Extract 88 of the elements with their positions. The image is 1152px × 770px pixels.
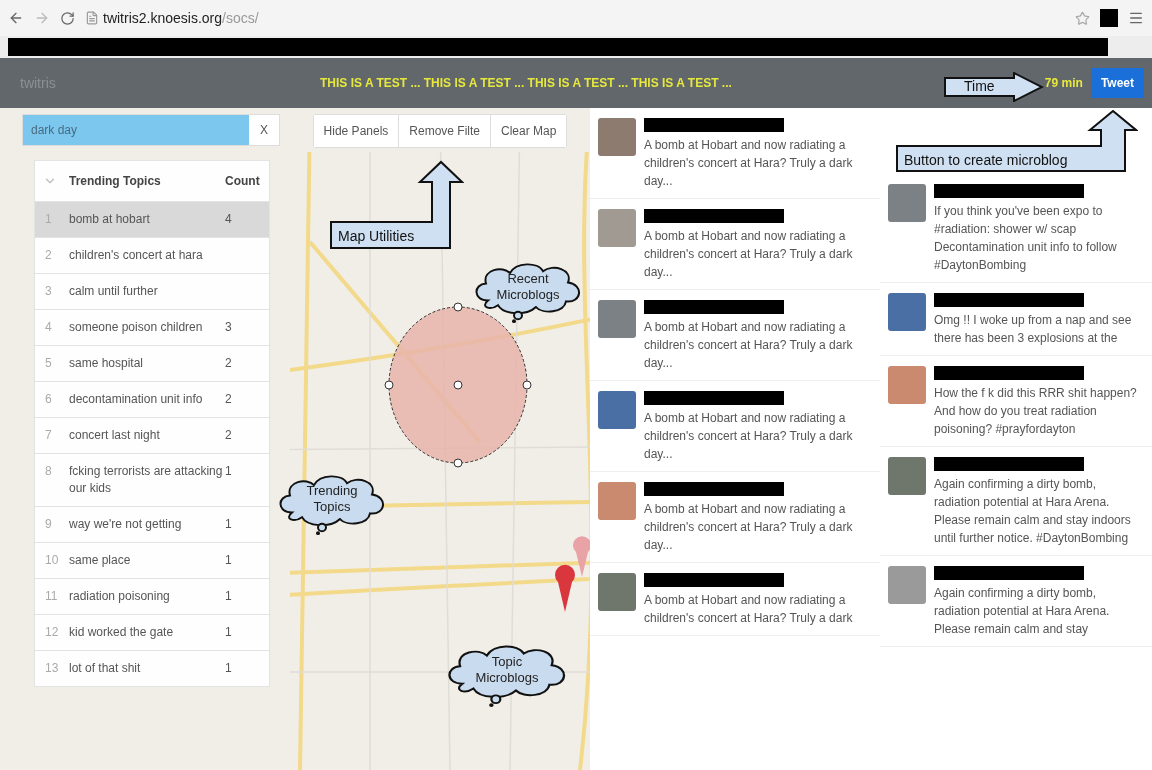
microblog-text: A bomb at Hobart and now radiating a children's concert at Hara? Truly a dark day... bbox=[644, 228, 854, 281]
topic-count: 2 bbox=[225, 355, 233, 372]
topic-row[interactable]: 4 someone poison children 3 bbox=[35, 309, 269, 345]
redacted-extension-icon bbox=[1100, 9, 1118, 27]
topic-text: bomb at hobart bbox=[69, 211, 151, 228]
avatar-placeholder bbox=[888, 293, 926, 331]
topic-row[interactable]: 6 decontamination unit info 2 bbox=[35, 381, 269, 417]
topic-count: 1 bbox=[225, 624, 233, 641]
topic-text: same place bbox=[69, 552, 132, 569]
row-number: 11 bbox=[44, 588, 59, 605]
search-field[interactable]: dark day X bbox=[22, 114, 280, 146]
topic-text: way we're not getting bbox=[69, 516, 183, 533]
microblog-text: A bomb at Hobart and now radiating a children's concert at Hara? Truly a dark day... bbox=[644, 319, 854, 372]
map-button[interactable]: Clear Map bbox=[490, 115, 567, 147]
row-number: 4 bbox=[44, 319, 53, 336]
row-number: 13 bbox=[44, 660, 60, 677]
topic-text: kid worked the gate bbox=[69, 624, 175, 641]
avatar-placeholder bbox=[598, 482, 636, 520]
topic-count: 1 bbox=[225, 463, 233, 480]
topic-row[interactable]: 3 calm until further bbox=[35, 273, 269, 309]
topic-row[interactable]: 13 lot of that shit 1 bbox=[35, 650, 269, 686]
microblog-text: A bomb at Hobart and now radiating a children's concert at Hara? Truly a dark day... bbox=[644, 410, 854, 463]
row-number: 10 bbox=[44, 552, 60, 569]
row-number: 12 bbox=[44, 624, 60, 641]
topic-text: decontamination unit info bbox=[69, 391, 204, 408]
topic-count: 2 bbox=[225, 427, 233, 444]
elapsed-time: 79 min bbox=[1044, 76, 1083, 90]
arrow-callout-tooltip: Time bbox=[944, 72, 1044, 102]
microblog-text: If you think you've been expo to #radiation: shower w/ scap Decontamination unit info to follow #DaytonBombing bbox=[934, 203, 1118, 274]
row-number: 6 bbox=[44, 391, 53, 408]
column-header: Trending Topics bbox=[69, 174, 162, 188]
microblog-text: Again confirming a dirty bomb, radiation potential at Hara Arena. Please remain calm and stay indoors until further notice. #DaytonBombing bbox=[934, 476, 1132, 547]
avatar-placeholder bbox=[598, 300, 636, 338]
topic-row[interactable]: 11 radiation poisoning 1 bbox=[35, 578, 269, 614]
topic-text: radiation poisoning bbox=[69, 588, 171, 605]
topic-row[interactable]: 10 same place 1 bbox=[35, 542, 269, 578]
tweet-button[interactable]: Tweet bbox=[1090, 68, 1144, 98]
topic-row[interactable]: 8 fcking terrorists are attacking our kids 1 bbox=[35, 453, 269, 506]
microblog-text: A bomb at Hobart and now radiating a children's concert at Hara? Truly a dark day... bbox=[644, 501, 854, 554]
topic-row[interactable]: 2 children's concert at hara bbox=[35, 237, 269, 273]
row-number: 3 bbox=[44, 283, 53, 300]
microblog-text: Again confirming a dirty bomb, radiation potential at Hara Arena. Please remain calm and stay bbox=[934, 585, 1111, 638]
avatar-placeholder bbox=[888, 184, 926, 222]
topic-count: 4 bbox=[225, 211, 233, 228]
topic-text: fcking terrorists are attacking our kids bbox=[69, 463, 224, 497]
topic-text: someone poison children bbox=[69, 319, 204, 336]
row-number: 5 bbox=[44, 355, 53, 372]
microblog-text: A bomb at Hobart and now radiating a children's concert at Hara? Truly a dark day... bbox=[644, 137, 854, 190]
page-icon bbox=[85, 11, 99, 25]
topic-count: 1 bbox=[225, 660, 233, 677]
avatar-placeholder bbox=[598, 391, 636, 429]
topic-text: lot of that shit bbox=[69, 660, 142, 677]
topic-text: calm until further bbox=[69, 283, 159, 300]
topic-row[interactable]: 9 way we're not getting 1 bbox=[35, 506, 269, 542]
topic-count: 2 bbox=[225, 391, 233, 408]
topic-count: 1 bbox=[225, 588, 233, 605]
topic-count: 1 bbox=[225, 552, 233, 569]
menu-icon[interactable] bbox=[1128, 10, 1144, 26]
topic-row[interactable]: 5 same hospital 2 bbox=[35, 345, 269, 381]
row-number: 2 bbox=[44, 247, 53, 264]
row-number: 7 bbox=[44, 427, 53, 444]
row-number: 9 bbox=[44, 516, 53, 533]
column-header: Count bbox=[225, 174, 261, 188]
topic-text: children's concert at hara bbox=[69, 247, 204, 264]
topic-count: 3 bbox=[225, 319, 233, 336]
avatar-placeholder bbox=[598, 209, 636, 247]
avatar-placeholder bbox=[598, 118, 636, 156]
arrow-callout-tooltip: Map Utilities bbox=[330, 160, 464, 250]
avatar-placeholder bbox=[888, 457, 926, 495]
microblog-text: How the f k did this RRR shit happen? And how do you treat radiation poisoning? #prayfordayton bbox=[934, 385, 1138, 438]
address-bar[interactable]: twitris2.knoesis.org/socs/ bbox=[103, 10, 259, 26]
reload-icon[interactable] bbox=[60, 10, 75, 26]
topic-row[interactable]: 12 kid worked the gate 1 bbox=[35, 614, 269, 650]
avatar-placeholder bbox=[888, 566, 926, 604]
avatar-placeholder bbox=[888, 366, 926, 404]
arrow-callout-tooltip: Button to create microblog bbox=[896, 110, 1138, 172]
microblog-text: A bomb at Hobart and now radiating a children's concert at Hara? Truly a dark bbox=[644, 592, 854, 627]
row-number: 8 bbox=[44, 463, 53, 480]
topic-count: 1 bbox=[225, 516, 233, 533]
map-drawing[interactable] bbox=[290, 152, 590, 770]
topic-text: same hospital bbox=[69, 355, 145, 372]
microblog-text: Omg !! I woke up from a nap and see there has been 3 explosions at the bbox=[934, 312, 1133, 347]
news-ticker: THIS IS A TEST ... THIS IS A TEST ... THIS IS A TEST ... THIS IS A TEST ... bbox=[320, 76, 732, 90]
avatar-placeholder bbox=[598, 573, 636, 611]
back-icon[interactable] bbox=[8, 10, 24, 26]
topic-text: concert last night bbox=[69, 427, 161, 444]
star-icon[interactable] bbox=[1075, 10, 1090, 26]
topic-row[interactable]: 7 concert last night 2 bbox=[35, 417, 269, 453]
